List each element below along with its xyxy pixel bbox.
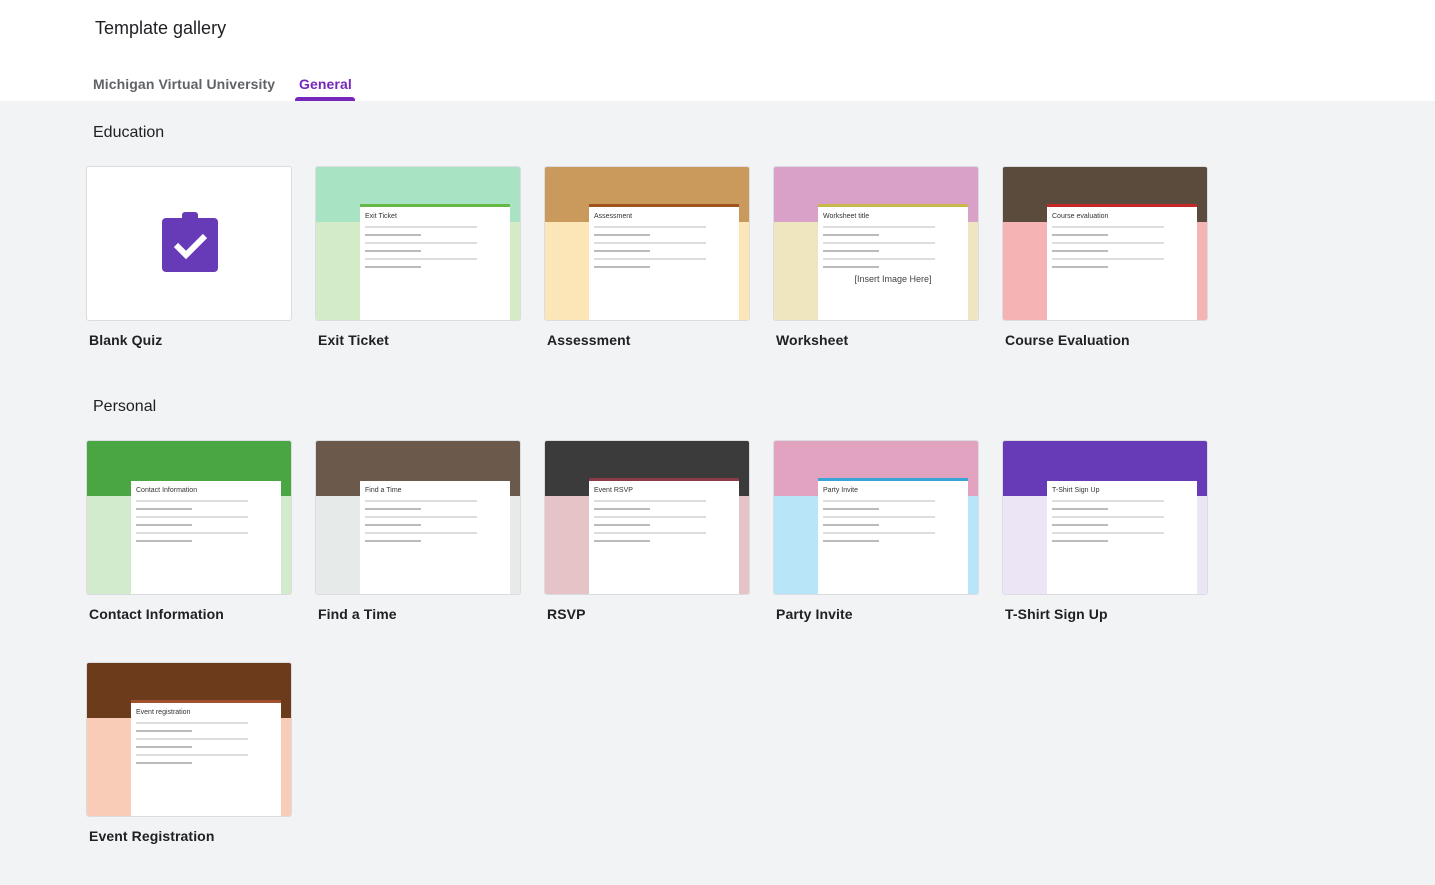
form-preview: Event RSVP — [589, 478, 739, 594]
form-preview: Find a Time — [360, 478, 510, 594]
form-preview: Exit Ticket — [360, 204, 510, 320]
section-title-education: Education — [93, 124, 165, 141]
template-label[interactable]: Party Invite — [776, 606, 853, 622]
template-card-exit-ticket[interactable]: Exit Ticket — [315, 166, 521, 321]
template-label[interactable]: Blank Quiz — [89, 332, 162, 348]
form-preview-title: Exit Ticket — [365, 213, 397, 220]
template-card-find-a-time[interactable]: Find a Time — [315, 440, 521, 595]
template-label[interactable]: Exit Ticket — [318, 332, 389, 348]
form-preview-title: Event registration — [136, 709, 191, 716]
template-card-blank-quiz[interactable] — [86, 166, 292, 321]
template-card-worksheet[interactable]: Worksheet title [Insert Image Here] — [773, 166, 979, 321]
form-preview-title: Party Invite — [823, 487, 859, 494]
template-card-assessment[interactable]: Assessment — [544, 166, 750, 321]
form-preview: T-Shirt Sign Up — [1047, 478, 1197, 594]
template-label[interactable]: Worksheet — [776, 332, 848, 348]
section-title-personal: Personal — [93, 398, 157, 415]
form-preview-title: Assessment — [594, 213, 633, 220]
template-label[interactable]: Course Evaluation — [1005, 332, 1130, 348]
form-preview: Course evaluation — [1047, 204, 1197, 320]
form-preview: Contact Information — [131, 478, 281, 594]
tab-michigan-virtual-university[interactable]: Michigan Virtual University — [93, 76, 275, 92]
template-card-contact-information[interactable]: Contact Information — [86, 440, 292, 595]
template-label[interactable]: RSVP — [547, 606, 586, 622]
form-preview: Worksheet title [Insert Image Here] — [818, 204, 968, 320]
template-card-event-registration[interactable]: Event registration — [86, 662, 292, 817]
form-preview-title: Contact Information — [136, 487, 198, 494]
form-preview: Event registration — [131, 700, 281, 816]
quiz-clipboard-check-icon — [162, 212, 218, 272]
header: Template gallery Michigan Virtual Univer… — [0, 0, 1435, 101]
template-card-rsvp[interactable]: Event RSVP — [544, 440, 750, 595]
form-preview: Assessment — [589, 204, 739, 320]
active-tab-indicator — [295, 97, 355, 101]
template-label[interactable]: Assessment — [547, 332, 631, 348]
template-card-t-shirt-sign-up[interactable]: T-Shirt Sign Up — [1002, 440, 1208, 595]
template-label[interactable]: T-Shirt Sign Up — [1005, 606, 1108, 622]
image-placeholder-text: [Insert Image Here] — [854, 274, 932, 284]
form-preview-title: Worksheet title — [823, 213, 870, 220]
form-preview-title: Event RSVP — [594, 487, 633, 494]
template-card-party-invite[interactable]: Party Invite — [773, 440, 979, 595]
template-card-course-evaluation[interactable]: Course evaluation — [1002, 166, 1208, 321]
form-preview-title: T-Shirt Sign Up — [1052, 487, 1100, 494]
tab-general[interactable]: General — [299, 76, 352, 92]
form-preview: Party Invite — [818, 478, 968, 594]
form-preview-title: Find a Time — [365, 487, 402, 494]
page-title: Template gallery — [95, 18, 227, 38]
template-label[interactable]: Find a Time — [318, 606, 397, 622]
form-preview-title: Course evaluation — [1052, 213, 1109, 220]
template-label[interactable]: Contact Information — [89, 606, 224, 622]
template-label[interactable]: Event Registration — [89, 828, 215, 844]
